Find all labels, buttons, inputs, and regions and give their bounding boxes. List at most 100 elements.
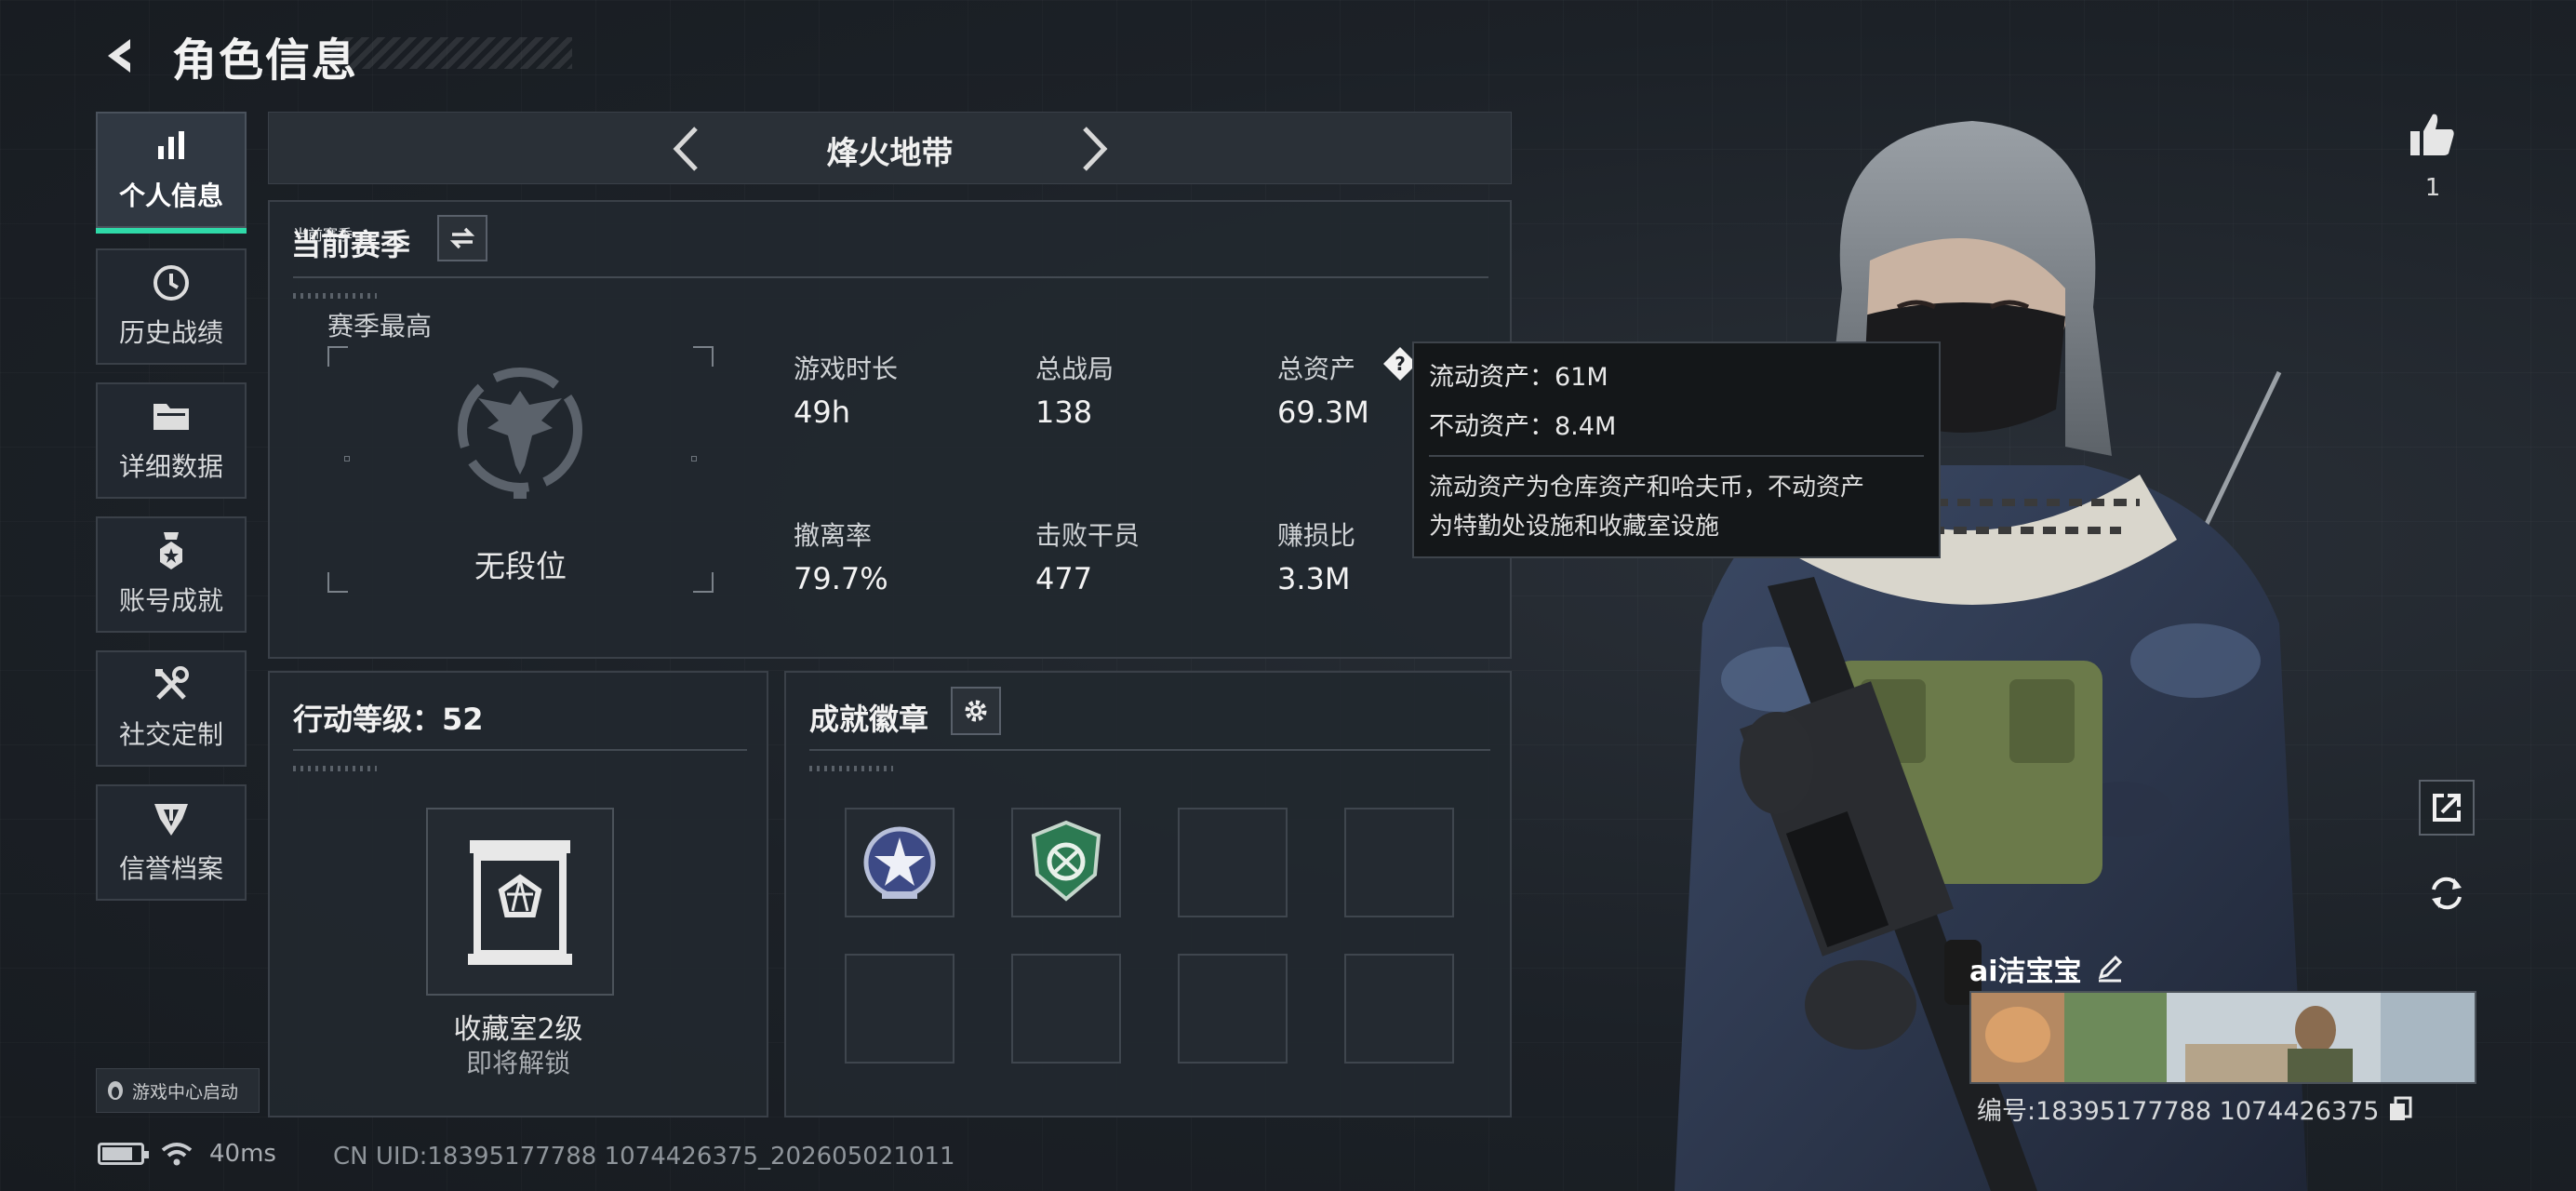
sidebar-item-label: 社交定制 (118, 718, 223, 750)
divider (809, 749, 1490, 751)
badge-slot-empty[interactable] (1178, 808, 1288, 917)
collection-room-button[interactable] (426, 808, 614, 996)
level-panel: 行动等级：52 收藏室2级 即将解锁 (268, 671, 768, 1117)
divider-dots (809, 766, 893, 771)
stat-label: 总资产 (1277, 354, 1356, 384)
badge-slot[interactable] (845, 808, 954, 917)
mode-name: 烽火地带 (826, 135, 954, 172)
banner-image (1971, 993, 2475, 1082)
divider-dots (293, 293, 377, 299)
thumbs-up-icon (2410, 114, 2454, 155)
chevron-right-icon (1083, 127, 1108, 171)
sidebar-item-history[interactable]: 历史战绩 (96, 248, 247, 365)
switch-season-button[interactable] (437, 215, 487, 261)
asset-tooltip: 流动资产：61M 不动资产：8.4M 流动资产为仓库资产和哈夫币，不动资产 为特… (1412, 341, 1941, 558)
wifi-icon (161, 1143, 193, 1166)
player-name: ai洁宝宝 (1969, 956, 2082, 988)
svg-text:?: ? (1395, 353, 1406, 375)
sidebar-item-detail-data[interactable]: 详细数据 (96, 382, 247, 499)
stat-value: 69.3M (1277, 395, 1369, 430)
collection-room-icon (468, 840, 572, 965)
collection-status: 即将解锁 (465, 1048, 570, 1078)
stat-label: 击败干员 (1035, 520, 1141, 551)
badge-slot-empty[interactable] (1011, 954, 1121, 1064)
stat-label: 撤离率 (794, 520, 873, 551)
sidebar-item-label: 历史战绩 (118, 316, 223, 348)
medal-icon (150, 531, 193, 569)
like-count: 1 (2424, 174, 2441, 202)
level-title: 行动等级：52 (293, 702, 484, 737)
stat-value: 477 (1035, 561, 1093, 596)
divider-dots (293, 766, 377, 771)
divider (293, 276, 1488, 278)
edit-icon[interactable] (2095, 955, 2123, 983)
ping-value: 40ms (209, 1140, 276, 1168)
badge-panel: 成就徽章 (784, 671, 1512, 1117)
penguin-icon (108, 1081, 123, 1100)
tools-icon (150, 665, 193, 703)
bar-chart-icon (150, 127, 193, 165)
battery-icon (98, 1143, 149, 1165)
game-center-label: 游戏中心启动 (132, 1081, 239, 1103)
stat-label: 游戏时长 (794, 354, 899, 384)
tooltip-liquid: 流动资产：61M (1429, 363, 1608, 392)
sidebar-item-label: 详细数据 (118, 450, 223, 482)
badge-slot-empty[interactable] (845, 954, 954, 1064)
badge-title: 成就徽章 (809, 702, 929, 737)
sidebar-item-label: 个人信息 (118, 180, 223, 211)
stat-label: 总战局 (1035, 354, 1114, 384)
like-button[interactable] (2400, 102, 2465, 167)
badge-slot-empty[interactable] (1344, 954, 1454, 1064)
collection-name: 收藏室2级 (453, 1013, 583, 1046)
status-bar: 40ms (98, 1140, 276, 1168)
season-panel-title: 当前赛季 (291, 227, 411, 262)
stat-value: 3.3M (1277, 561, 1351, 596)
divider (293, 749, 747, 751)
stat-value: 79.7% (794, 561, 888, 596)
mode-selector: 烽火地带 (268, 112, 1512, 184)
copy-icon[interactable] (2388, 1096, 2412, 1122)
player-id: 编号:18395177788 1074426375 (1977, 1097, 2380, 1126)
badge-slot-empty[interactable] (1178, 954, 1288, 1064)
sidebar-item-label: 信誉档案 (118, 852, 223, 884)
stat-value: 49h (794, 395, 850, 430)
player-id-row: 编号:18395177788 1074426375 (1977, 1091, 2412, 1127)
sidebar-item-credit[interactable]: 信誉档案 (96, 784, 247, 901)
sidebar-item-personal-info[interactable]: 个人信息 (96, 112, 247, 234)
season-panel: 当前赛季 赛季最高 无段位 游戏时长 49h 总战局 138 总资产 69.3M… (268, 200, 1512, 659)
back-button[interactable] (93, 28, 149, 84)
season-best-label: 赛季最高 (327, 311, 433, 341)
badge-slot[interactable] (1011, 808, 1121, 917)
gear-icon (965, 700, 987, 722)
folder-icon (150, 398, 193, 435)
tooltip-desc-line2: 为特勤处设施和收藏室设施 (1429, 513, 1720, 541)
stat-value: 138 (1035, 395, 1093, 430)
rank-frame: 无段位 (327, 346, 714, 593)
rank-emblem-icon (458, 368, 582, 499)
sidebar-item-label: 账号成就 (118, 584, 223, 616)
badge-settings-button[interactable] (951, 687, 1001, 735)
sidebar-item-social[interactable]: 社交定制 (96, 650, 247, 767)
rank-label: 无段位 (474, 548, 567, 584)
tooltip-desc-line1: 流动资产为仓库资产和哈夫币，不动资产 (1429, 474, 1865, 502)
game-center-launch-button[interactable]: 游戏中心启动 (96, 1068, 260, 1113)
shield-icon (150, 800, 193, 837)
uid-text: CN UID:18395177788 1074426375_2026050210… (333, 1143, 955, 1171)
star-badge-icon (863, 826, 936, 899)
refresh-icon (2432, 877, 2462, 910)
chevron-left-icon (108, 39, 130, 73)
title-decoration (330, 37, 572, 69)
player-name-card: ai洁宝宝 (1969, 944, 2476, 1084)
stat-label: 赚损比 (1277, 520, 1356, 551)
sidebar-item-achievements[interactable]: 账号成就 (96, 516, 247, 633)
tooltip-fixed: 不动资产：8.4M (1429, 412, 1617, 441)
share-icon (2433, 794, 2461, 822)
clock-icon (150, 264, 193, 301)
next-mode-button[interactable] (1069, 122, 1121, 176)
profile-banner[interactable] (1969, 991, 2476, 1084)
rotate-model-button[interactable] (2419, 865, 2475, 921)
tooltip-divider (1429, 455, 1924, 457)
swap-icon (449, 227, 475, 249)
badge-slot-empty[interactable] (1344, 808, 1454, 917)
share-button[interactable] (2419, 780, 2475, 836)
